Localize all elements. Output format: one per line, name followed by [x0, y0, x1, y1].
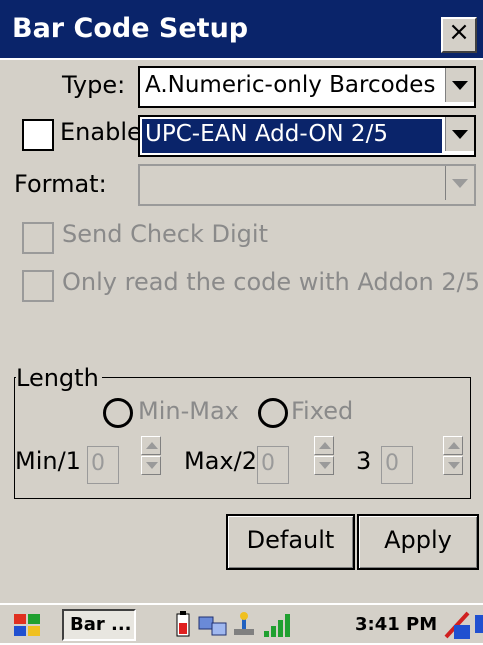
type-value: A.Numeric-only Barcodes — [145, 72, 436, 98]
format-dropdown[interactable] — [138, 164, 476, 206]
min-spin-up[interactable] — [141, 436, 161, 455]
max-input[interactable]: 0 — [257, 446, 289, 484]
arrow-up-icon — [319, 442, 331, 449]
type-label: Type: — [62, 71, 126, 99]
send-check-digit-checkbox[interactable] — [22, 222, 54, 254]
symbology-dropdown[interactable]: UPC-EAN Add-ON 2/5 — [138, 115, 476, 157]
min-spin-down[interactable] — [141, 456, 161, 475]
format-dropdown-button[interactable] — [445, 166, 474, 200]
arrow-down-icon — [448, 462, 460, 469]
input-panel-icon[interactable] — [440, 609, 474, 641]
max-spin-down[interactable] — [314, 456, 334, 475]
enable-checkbox[interactable] — [22, 119, 54, 151]
minmax-label: Min-Max — [138, 397, 239, 425]
minmax-radio[interactable] — [103, 398, 133, 428]
min-label: Min/1 — [15, 447, 81, 475]
chevron-down-icon — [452, 179, 468, 188]
type-dropdown[interactable]: A.Numeric-only Barcodes — [138, 66, 476, 108]
arrow-down-icon — [146, 462, 158, 469]
addon-only-label: Only read the code with Addon 2/5 — [62, 268, 480, 296]
close-button[interactable]: × — [441, 17, 477, 53]
network-icon — [196, 609, 228, 641]
battery-icon — [172, 609, 194, 641]
signal-strength-icon — [262, 609, 292, 641]
length-legend: Length — [16, 364, 102, 392]
chevron-down-icon — [452, 130, 468, 139]
send-check-digit-label: Send Check Digit — [62, 220, 268, 248]
apply-button[interactable]: Apply — [357, 514, 479, 570]
max-label: Max/2 — [184, 447, 257, 475]
max-spin-up[interactable] — [314, 436, 334, 455]
usb-connection-icon — [230, 609, 258, 641]
clock: 3:41 PM — [355, 614, 438, 635]
addon-only-checkbox[interactable] — [22, 270, 54, 302]
taskbar-app-button[interactable]: Bar ... — [62, 609, 136, 641]
start-button[interactable] — [8, 609, 48, 641]
enable-label: Enable — [60, 118, 142, 146]
fixed-radio[interactable] — [258, 398, 288, 428]
arrow-down-icon — [319, 462, 331, 469]
third-label: 3 — [356, 447, 372, 475]
arrow-up-icon — [146, 442, 158, 449]
arrow-up-icon — [448, 442, 460, 449]
third-spin-down[interactable] — [443, 456, 463, 475]
symbology-value: UPC-EAN Add-ON 2/5 — [145, 121, 388, 147]
windows-flag-icon — [14, 614, 40, 636]
close-icon: × — [448, 17, 470, 47]
default-button[interactable]: Default — [226, 514, 355, 570]
chevron-down-icon — [452, 81, 468, 90]
type-dropdown-button[interactable] — [445, 68, 474, 102]
third-input[interactable]: 0 — [381, 446, 413, 484]
desktop-switch-icon[interactable] — [474, 609, 483, 641]
min-input[interactable]: 0 — [87, 446, 119, 484]
taskbar: Bar ... 3:41 PM — [0, 603, 483, 643]
window-title: Bar Code Setup — [12, 13, 249, 44]
title-bar: Bar Code Setup × — [0, 0, 483, 60]
third-spin-up[interactable] — [443, 436, 463, 455]
format-label: Format: — [14, 170, 107, 198]
fixed-label: Fixed — [291, 397, 354, 425]
symbology-dropdown-button[interactable] — [445, 117, 474, 151]
